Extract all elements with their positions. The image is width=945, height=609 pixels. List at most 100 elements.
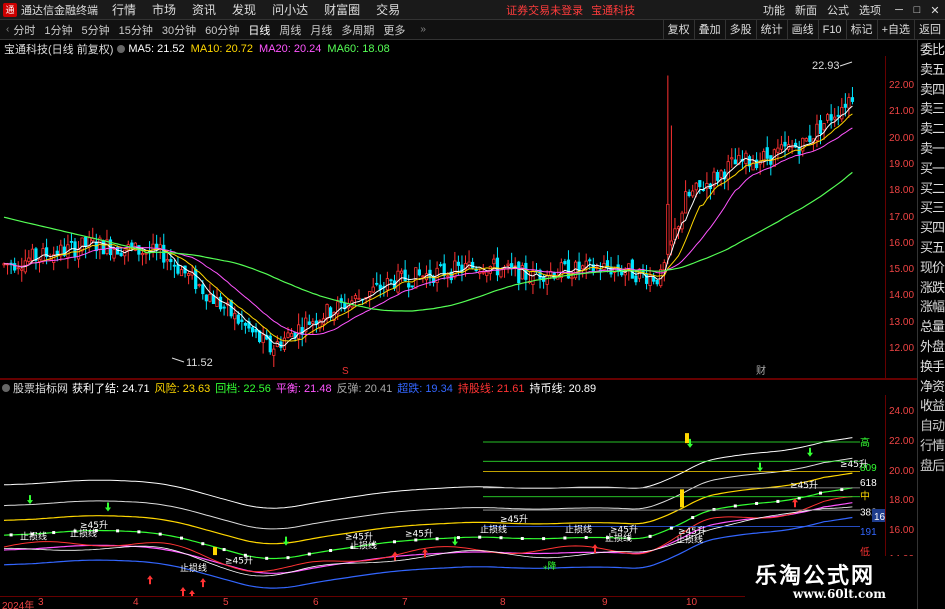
candle-body bbox=[676, 226, 681, 230]
candle-body bbox=[250, 327, 255, 333]
candle-body bbox=[186, 273, 191, 276]
menu-formula[interactable]: 公式 bbox=[827, 2, 849, 18]
period-intraday[interactable]: 分时 bbox=[13, 22, 35, 38]
tool-f10[interactable]: F10 bbox=[817, 20, 846, 40]
tool-stats[interactable]: 统计 bbox=[755, 20, 787, 40]
watermark-url: www.60lt.com bbox=[793, 587, 886, 601]
menu-options[interactable]: 选项 bbox=[859, 2, 881, 18]
candlestick-chart[interactable]: 22.93 11.52 S 财 bbox=[0, 56, 885, 378]
period-more[interactable]: 更多 bbox=[383, 22, 405, 38]
candle-body bbox=[162, 244, 166, 263]
menu-quotes[interactable]: 行情 bbox=[112, 1, 136, 18]
arrow-up-icon bbox=[200, 578, 206, 588]
sub-chart-header: 股票指标网 获利了结: 24.71 风险: 23.63 回档: 22.56 平衡… bbox=[0, 381, 596, 395]
candle-body bbox=[492, 258, 496, 265]
alert-stock-name[interactable]: 宝通科技 bbox=[591, 2, 635, 18]
period-multi[interactable]: 多周期 bbox=[341, 22, 374, 38]
side-panel-item[interactable]: 行情 bbox=[918, 436, 945, 456]
side-panel-item: 换手 bbox=[919, 358, 945, 374]
sub-settings-dot-icon[interactable] bbox=[2, 384, 10, 392]
chevron-more-icon[interactable]: » bbox=[420, 24, 426, 35]
menu-market[interactable]: 市场 bbox=[152, 1, 176, 18]
candle-body bbox=[453, 260, 457, 278]
y-tick-label: 16.00 bbox=[889, 237, 915, 249]
signal-label: ≥45升 bbox=[500, 514, 528, 525]
event-marker-cai: 财 bbox=[756, 364, 766, 377]
candle-body bbox=[510, 263, 514, 268]
band-dot bbox=[840, 488, 844, 492]
side-panel-item: 买五 bbox=[919, 239, 945, 255]
menu-trade[interactable]: 交易 bbox=[376, 1, 400, 18]
sub-chart-title: 股票指标网 bbox=[13, 383, 68, 395]
candle-body bbox=[399, 270, 404, 274]
y-tick-label: 20.00 bbox=[889, 132, 915, 144]
side-panel-item: 涨幅 bbox=[919, 299, 945, 315]
candle-body bbox=[194, 269, 198, 290]
period-1min[interactable]: 1分钟 bbox=[44, 22, 72, 38]
candle-body bbox=[179, 269, 184, 277]
band-dot bbox=[669, 526, 673, 530]
side-panel-item: 买二 bbox=[919, 180, 945, 196]
candle-body bbox=[765, 147, 769, 159]
period-weekly[interactable]: 周线 bbox=[279, 22, 301, 38]
tool-mark[interactable]: 标记 bbox=[845, 20, 877, 40]
signal-bar bbox=[680, 489, 684, 508]
close-button[interactable]: ✕ bbox=[927, 4, 943, 17]
period-daily[interactable]: 日线 bbox=[248, 22, 270, 38]
period-30min[interactable]: 30分钟 bbox=[162, 22, 196, 38]
signal-label: ≥45升 bbox=[790, 480, 818, 491]
candle-body bbox=[13, 263, 17, 271]
maximize-button[interactable]: □ bbox=[909, 4, 925, 16]
main-y-axis: 22.00 21.00 20.00 19.00 18.00 17.00 16.00 15.00… bbox=[885, 56, 917, 378]
candle-body bbox=[69, 241, 74, 243]
band-dot bbox=[499, 536, 503, 540]
login-alert[interactable]: 证券交易未登录 bbox=[506, 2, 583, 18]
sub-y-tick-label: 20.00 bbox=[889, 465, 915, 477]
arrow-up-icon bbox=[147, 575, 153, 585]
menu-news[interactable]: 资讯 bbox=[192, 1, 216, 18]
candle-body bbox=[818, 120, 823, 135]
candle-body bbox=[691, 190, 695, 197]
side-panel-item: 买一 bbox=[919, 160, 945, 176]
candle-body bbox=[371, 286, 375, 293]
candle-body bbox=[37, 258, 42, 262]
period-5min[interactable]: 5分钟 bbox=[81, 22, 109, 38]
app-title: 通达信金融终端 bbox=[21, 4, 98, 17]
candle-body bbox=[563, 261, 567, 265]
tool-multi-stock[interactable]: 多股 bbox=[724, 20, 756, 40]
menu-ask[interactable]: 问小达 bbox=[272, 1, 308, 18]
period-monthly[interactable]: 月线 bbox=[310, 22, 332, 38]
candle-body bbox=[410, 285, 414, 288]
menu-new-page[interactable]: 新面 bbox=[795, 2, 817, 18]
candle-body bbox=[30, 248, 35, 262]
tool-fuquan[interactable]: 复权 bbox=[662, 20, 694, 40]
candle-body bbox=[311, 321, 315, 324]
menu-wealth[interactable]: 财富圈 bbox=[324, 1, 360, 18]
candle-body bbox=[481, 271, 485, 274]
candle-body bbox=[797, 147, 801, 155]
menu-discover[interactable]: 发现 bbox=[232, 1, 256, 18]
tool-add-watchlist[interactable]: +自选 bbox=[876, 20, 914, 40]
main-chart-header: 宝通科技(日线 前复权) MA5: 21.52 MA10: 20.72 MA20… bbox=[0, 42, 390, 56]
settings-dot-icon[interactable] bbox=[117, 45, 126, 53]
side-panel-item[interactable]: 盘后 bbox=[918, 456, 945, 476]
period-60min[interactable]: 60分钟 bbox=[205, 22, 239, 38]
ma5-value: MA5: 21.52 bbox=[128, 43, 185, 55]
period-15min[interactable]: 15分钟 bbox=[119, 22, 153, 38]
side-panel-item[interactable]: 自动 bbox=[918, 416, 945, 436]
minimize-button[interactable]: ─ bbox=[891, 4, 907, 16]
candle-body bbox=[687, 191, 691, 197]
tool-back[interactable]: 返回 bbox=[914, 20, 945, 40]
watermark: 乐淘公式网 www.60lt.com bbox=[745, 556, 917, 609]
arrow-down-icon bbox=[105, 502, 111, 512]
chevron-left-icon[interactable]: ‹ bbox=[6, 24, 9, 35]
candle-body bbox=[833, 116, 837, 120]
tool-draw[interactable]: 画线 bbox=[786, 20, 818, 40]
menu-function[interactable]: 功能 bbox=[763, 2, 785, 18]
arrow-down-icon bbox=[283, 536, 289, 546]
band-line-5 bbox=[3, 516, 853, 589]
signal-label: 止损线 bbox=[20, 531, 47, 543]
band-dot bbox=[393, 540, 396, 544]
tool-overlay[interactable]: 叠加 bbox=[693, 20, 725, 40]
candle-body bbox=[286, 332, 290, 338]
